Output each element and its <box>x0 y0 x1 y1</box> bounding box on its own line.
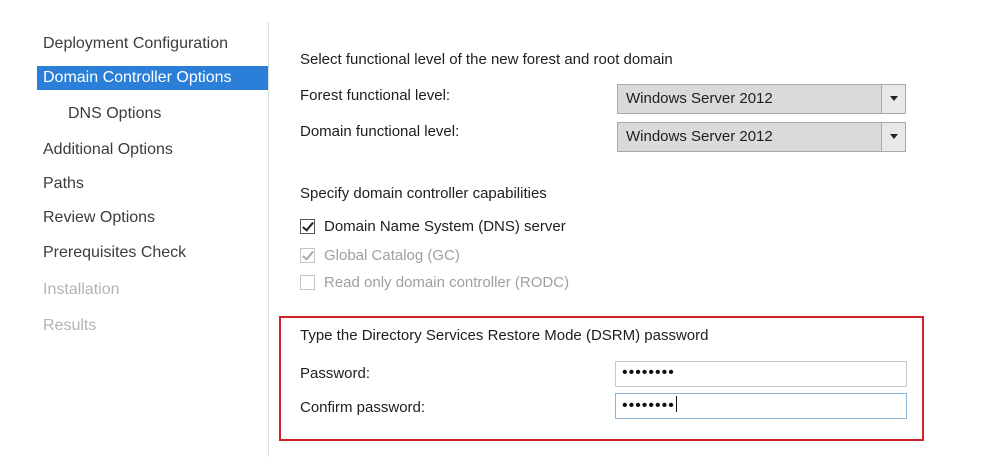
forest-functional-level-label: Forest functional level: <box>300 87 451 104</box>
nav-item-results: Results <box>43 317 97 334</box>
nav-item-deployment-configuration[interactable]: Deployment Configuration <box>43 34 228 54</box>
functional-level-heading: Select functional level of the new fores… <box>300 51 673 68</box>
nav-item-review-options[interactable]: Review Options <box>43 208 155 228</box>
checkbox-box <box>300 275 315 290</box>
dropdown-button[interactable] <box>881 85 905 113</box>
nav-item-prerequisites-check[interactable]: Prerequisites Check <box>43 243 186 263</box>
confirm-password-value: •••••••• <box>622 397 675 414</box>
forest-functional-level-select[interactable]: Windows Server 2012 <box>617 84 906 114</box>
forest-functional-level-value: Windows Server 2012 <box>626 90 773 107</box>
dsrm-heading: Type the Directory Services Restore Mode… <box>300 327 709 344</box>
domain-functional-level-value: Windows Server 2012 <box>626 128 773 145</box>
nav-item-additional-options[interactable]: Additional Options <box>43 140 173 160</box>
password-value: •••••••• <box>622 364 675 381</box>
password-input[interactable]: •••••••• <box>615 361 907 387</box>
dns-server-label: Domain Name System (DNS) server <box>324 218 566 235</box>
nav-item-dns-options[interactable]: DNS Options <box>68 104 161 124</box>
nav-divider <box>268 22 269 457</box>
checkmark-icon <box>302 248 314 261</box>
confirm-password-label: Confirm password: <box>300 399 426 416</box>
checkbox-box <box>300 248 315 263</box>
chevron-down-icon <box>890 134 898 139</box>
nav-item-domain-controller-options[interactable]: Domain Controller Options <box>37 66 268 90</box>
global-catalog-label: Global Catalog (GC) <box>324 247 460 264</box>
dropdown-button[interactable] <box>881 123 905 151</box>
nav-item-installation: Installation <box>43 281 120 298</box>
domain-functional-level-label: Domain functional level: <box>300 123 460 140</box>
checkmark-icon <box>302 219 314 232</box>
password-label: Password: <box>300 365 371 382</box>
wizard-nav: Deployment Configuration Domain Controll… <box>0 0 268 457</box>
text-caret <box>675 396 677 412</box>
rodc-label: Read only domain controller (RODC) <box>324 274 570 291</box>
domain-functional-level-select[interactable]: Windows Server 2012 <box>617 122 906 152</box>
chevron-down-icon <box>890 96 898 101</box>
confirm-password-input[interactable]: •••••••• <box>615 393 907 419</box>
checkbox-box[interactable] <box>300 219 315 234</box>
nav-item-paths[interactable]: Paths <box>43 174 84 194</box>
capabilities-heading: Specify domain controller capabilities <box>300 185 547 202</box>
